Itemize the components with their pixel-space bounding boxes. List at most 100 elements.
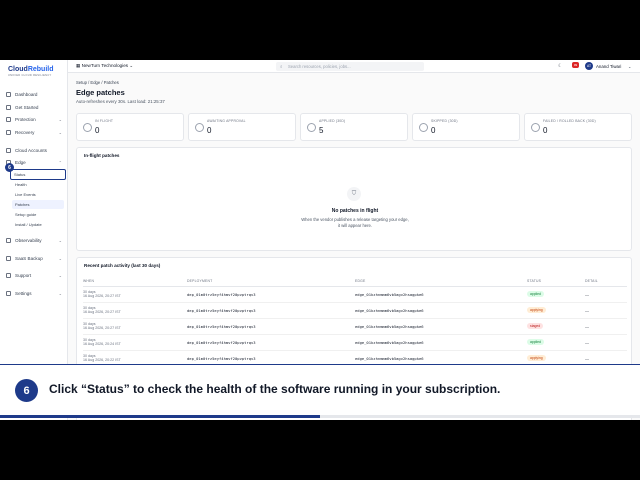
sidebar-subitem-patches[interactable]: Patches bbox=[12, 200, 64, 209]
page-title: Edge patches bbox=[76, 88, 125, 97]
chevron-down-icon: ⌄ bbox=[58, 290, 62, 296]
tutorial-caption: 6 Click “Status” to check the health of … bbox=[0, 364, 640, 418]
status-badge: applied bbox=[527, 339, 544, 345]
stat-label: APPLIED (30D) bbox=[319, 119, 346, 123]
avatar[interactable]: AT bbox=[585, 62, 593, 70]
sidebar-item-settings[interactable]: Settings ⌄ bbox=[0, 288, 68, 298]
shield-icon: ⛉ bbox=[347, 187, 361, 201]
stat-card-applied: APPLIED (30D) 5 bbox=[300, 113, 408, 141]
cloud-icon bbox=[6, 147, 11, 153]
table-row[interactable]: 30 days 16 Aug 2026, 20:27 IST dep_01m0trz… bbox=[83, 302, 627, 319]
notification-badge[interactable]: 99 bbox=[572, 62, 579, 68]
table-row[interactable]: 30 days 16 Aug 2026, 20:24 IST dep_01m0trz… bbox=[83, 334, 627, 351]
cell-when: 30 days 16 Aug 2026, 20:27 IST bbox=[83, 302, 187, 319]
sidebar-item-saas-backup[interactable]: SaaS Backup ⌄ bbox=[0, 253, 68, 263]
empty-line: it will appear here. bbox=[338, 223, 372, 228]
cell-deployment[interactable]: dep_01m0trz5eyf4hmvf20pvptrqv3 bbox=[187, 286, 355, 303]
sidebar-item-label: Dashboard bbox=[15, 91, 38, 97]
cell-edge[interactable]: edge_01kzhnmmm6vb5agv2hsagpke6 bbox=[355, 334, 527, 351]
sidebar-item-label: Cloud Accounts bbox=[15, 147, 47, 153]
plane-icon bbox=[83, 123, 92, 132]
refresh-icon bbox=[6, 129, 11, 135]
column-header: DETAIL bbox=[585, 276, 627, 287]
sidebar-subitem-label: Status bbox=[14, 172, 26, 177]
sidebar-subitem-label: Setup guide bbox=[15, 212, 37, 217]
tutorial-progress-fill bbox=[0, 415, 320, 418]
chevron-down-icon: ⌄ bbox=[58, 237, 62, 243]
sidebar-item-support[interactable]: Support ⌄ bbox=[0, 270, 68, 280]
sidebar-subitem-label: Install / Update bbox=[15, 222, 42, 227]
sidebar-subitem-label: Patches bbox=[15, 202, 30, 207]
sidebar-item-label: Recovery bbox=[15, 129, 35, 135]
cell-deployment[interactable]: dep_01m0trz5eyf4hmvf20pvptrqv3 bbox=[187, 334, 355, 351]
cell-detail: — bbox=[585, 302, 627, 319]
empty-state-title: No patches in flight bbox=[331, 208, 379, 214]
brand-name-a: Cloud bbox=[8, 66, 28, 73]
cell-status: applied bbox=[527, 286, 585, 303]
sidebar-item-get-started[interactable]: Get Started bbox=[0, 102, 68, 112]
stat-label: AWAITING APPROVAL bbox=[207, 119, 246, 123]
sidebar-subitem-install-update[interactable]: Install / Update bbox=[12, 220, 64, 229]
stat-card-in-flight: IN FLIGHT 0 bbox=[76, 113, 184, 141]
sidebar-subitem-health[interactable]: Health bbox=[12, 180, 64, 189]
cell-detail: — bbox=[585, 334, 627, 351]
table-row[interactable]: 30 days 16 Aug 2026, 20:27 IST dep_01m0trz… bbox=[83, 286, 627, 303]
sidebar-item-label: Support bbox=[15, 272, 32, 278]
search-input[interactable]: ⌕ Search resources, policies, jobs... bbox=[276, 62, 424, 71]
sidebar-item-label: Get Started bbox=[15, 104, 39, 110]
sidebar-item-label: Edge bbox=[15, 159, 26, 165]
x-circle-icon bbox=[531, 123, 540, 132]
cell-deployment[interactable]: dep_01m0trz5eyf4hmvf20pvptrqv3 bbox=[187, 318, 355, 335]
org-switcher[interactable]: ▦ NewTurn Technologies ⌄ bbox=[76, 63, 133, 69]
breadcrumb[interactable]: Setup / Edge / Patches bbox=[76, 80, 119, 85]
cell-when: 30 days 16 Aug 2026, 20:27 IST bbox=[83, 318, 187, 335]
sidebar-subitem-setup-guide[interactable]: Setup guide bbox=[12, 210, 64, 219]
when-absolute: 16 Aug 2026, 20:27 IST bbox=[83, 310, 121, 314]
stat-value: 0 bbox=[543, 126, 548, 135]
skip-icon bbox=[419, 123, 428, 132]
cell-when: 30 days 16 Aug 2026, 20:27 IST bbox=[83, 286, 187, 303]
tutorial-progress-bar bbox=[0, 415, 640, 418]
gear-icon bbox=[6, 290, 11, 296]
brand-logo[interactable]: CloudRebuild UNIFIED CLOUD RESILIENCY bbox=[8, 66, 54, 77]
page-subtitle: Auto-refreshes every 30s. Last load: 21:… bbox=[76, 99, 165, 104]
sidebar-item-recovery[interactable]: Recovery ⌄ bbox=[0, 127, 68, 137]
table-row[interactable]: 30 days 16 Aug 2026, 20:27 IST dep_01m0trz… bbox=[83, 318, 627, 335]
help-icon bbox=[6, 272, 11, 278]
cell-edge[interactable]: edge_01kzhnmmm6vb5agv2hsagpke6 bbox=[355, 318, 527, 335]
sidebar-item-label: Settings bbox=[15, 290, 32, 296]
cell-deployment[interactable]: dep_01m0trz5eyf4hmvf20pvptrqv3 bbox=[187, 302, 355, 319]
sidebar-item-label: SaaS Backup bbox=[15, 255, 43, 261]
user-name[interactable]: Anand Tiwari bbox=[596, 64, 621, 69]
in-flight-panel: In-flight patches ⛉ No patches in flight… bbox=[76, 147, 632, 251]
moon-icon[interactable]: ☾ bbox=[558, 63, 562, 69]
when-absolute: 16 Aug 2026, 20:27 IST bbox=[83, 326, 121, 330]
column-header: EDGE bbox=[355, 276, 527, 287]
stat-card-failed: FAILED / ROLLED BACK (30D) 0 bbox=[524, 113, 632, 141]
chevron-down-icon[interactable]: ⌄ bbox=[628, 64, 631, 69]
sidebar-subitem-status[interactable]: Status bbox=[10, 169, 66, 180]
grid-icon bbox=[6, 91, 11, 97]
panel-title: Recent patch activity (last 30 days) bbox=[84, 263, 161, 268]
sidebar-item-protection[interactable]: Protection ⌄ bbox=[0, 114, 68, 124]
panel-title: In-flight patches bbox=[84, 153, 120, 158]
database-icon bbox=[6, 255, 11, 261]
cell-detail: — bbox=[585, 318, 627, 335]
cell-edge[interactable]: edge_01kzhnmmm6vb5agv2hsagpke6 bbox=[355, 302, 527, 319]
sidebar-item-cloud-accounts[interactable]: Cloud Accounts bbox=[0, 145, 68, 155]
stat-value: 0 bbox=[207, 126, 212, 135]
cell-edge[interactable]: edge_01kzhnmmm6vb5agv2hsagpke6 bbox=[355, 286, 527, 303]
stat-label: IN FLIGHT bbox=[95, 119, 114, 123]
step-number-badge: 6 bbox=[15, 379, 38, 402]
sidebar-item-observability[interactable]: Observability ⌄ bbox=[0, 235, 68, 245]
empty-line: When the vendor publishes a release targ… bbox=[301, 217, 409, 222]
activity-table: WHEN DEPLOYMENT EDGE STATUS DETAIL 30 da… bbox=[83, 276, 627, 367]
stat-value: 0 bbox=[431, 126, 436, 135]
chevron-down-icon: ⌄ bbox=[58, 255, 62, 261]
status-badge: staged bbox=[527, 323, 544, 329]
top-bar: ▦ NewTurn Technologies ⌄ ⌕ Search resourc… bbox=[68, 60, 640, 73]
status-badge: applied bbox=[527, 291, 544, 297]
sidebar-item-dashboard[interactable]: Dashboard bbox=[0, 89, 68, 99]
column-header: DEPLOYMENT bbox=[187, 276, 355, 287]
sidebar-subitem-live-events[interactable]: Live Events bbox=[12, 190, 64, 199]
